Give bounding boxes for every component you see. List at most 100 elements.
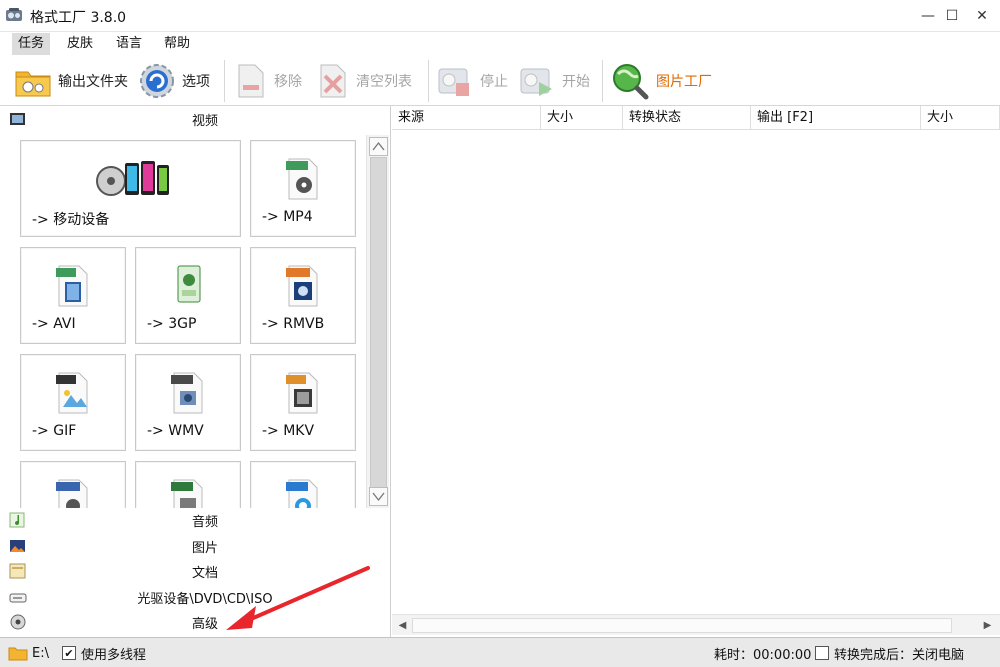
avi-file-icon <box>56 265 88 307</box>
stop-label: 停止 <box>480 74 508 90</box>
scroll-up-icon[interactable] <box>369 137 388 156</box>
tile-mov[interactable] <box>250 461 356 508</box>
horizontal-scroll-thumb[interactable] <box>412 618 952 633</box>
category-audio[interactable]: 音频 <box>0 508 391 533</box>
column-output[interactable]: 输出 [F2] <box>751 106 921 130</box>
tile-rmvb[interactable]: -> RMVB <box>250 247 356 344</box>
category-advanced-label: 高级 <box>191 617 218 632</box>
menu-language[interactable]: 语言 <box>110 33 148 55</box>
file-list[interactable]: 来源 大小 转换状态 输出 [F2] 大小 ◀ ▶ <box>392 106 1000 637</box>
output-path-label: E:\ <box>32 645 49 661</box>
rmvb-file-icon <box>286 265 318 307</box>
gif-file-icon <box>56 372 88 414</box>
stop-button[interactable]: 停止 <box>436 62 508 100</box>
start-icon <box>520 68 552 96</box>
after-convert-checkbox[interactable] <box>815 646 829 660</box>
menu-task[interactable]: 任务 <box>12 33 51 55</box>
tile-label: -> 3GP <box>147 316 197 332</box>
menu-help[interactable]: 帮助 <box>158 33 196 55</box>
menu-skin[interactable]: 皮肤 <box>61 33 99 55</box>
vob-file-icon <box>171 479 203 508</box>
scroll-thumb[interactable] <box>370 157 387 489</box>
remove-button[interactable]: 移除 <box>234 62 302 100</box>
multithread-label: 使用多线程 <box>81 647 147 663</box>
output-folder-icon <box>8 647 28 661</box>
tile-label: -> RMVB <box>262 316 325 332</box>
column-output-size[interactable]: 大小 <box>921 106 1000 130</box>
options-label: 选项 <box>182 74 210 90</box>
multithread-checkbox[interactable]: ✔ <box>62 646 76 660</box>
tile-scrollbar[interactable] <box>366 135 389 508</box>
category-disc-label: 光驱设备\DVD\CD\ISO <box>137 592 273 607</box>
mp4-file-icon <box>286 158 318 200</box>
start-label: 开始 <box>562 74 590 90</box>
tile-mpeg[interactable] <box>20 461 126 508</box>
scroll-down-icon[interactable] <box>369 487 388 506</box>
remove-file-icon <box>238 64 264 98</box>
tile-label: -> WMV <box>147 423 204 439</box>
wmv-file-icon <box>171 372 203 414</box>
remove-label: 移除 <box>274 74 302 90</box>
tile-label: -> GIF <box>32 423 77 439</box>
column-source[interactable]: 来源 <box>392 106 541 130</box>
clear-list-icon <box>320 64 346 98</box>
tile-label: -> 移动设备 <box>32 212 110 228</box>
tile-mp4[interactable]: -> MP4 <box>250 140 356 237</box>
category-video-label: 视频 <box>191 114 218 129</box>
3gp-file-icon <box>177 265 201 303</box>
app-logo-icon <box>6 8 22 21</box>
after-convert-option[interactable]: 转换完成后：关闭电脑 <box>815 644 965 663</box>
title-bar: 格式工厂 3.8.0 — ☐ ✕ <box>0 0 1000 32</box>
category-document-label: 文档 <box>191 566 218 581</box>
column-size[interactable]: 大小 <box>541 106 623 130</box>
category-disc[interactable]: 光驱设备\DVD\CD\ISO <box>0 585 391 610</box>
mov-file-icon <box>286 479 318 508</box>
toolbar-divider <box>224 60 225 102</box>
magnifier-globe-icon <box>613 64 649 100</box>
video-format-grid: -> 移动设备 -> MP4 -> AVI -> 3GP -> RMVB -> … <box>0 135 366 508</box>
scroll-right-icon[interactable]: ▶ <box>979 617 996 634</box>
tile-label: -> AVI <box>32 316 76 332</box>
elapsed-time: 耗时：00:00:00 <box>714 647 812 663</box>
category-advanced[interactable]: 高级 <box>0 610 391 635</box>
mobile-device-icon <box>95 161 169 196</box>
scroll-left-icon[interactable]: ◀ <box>394 617 411 634</box>
multithread-option[interactable]: ✔ 使用多线程 <box>62 644 147 663</box>
category-picture[interactable]: 图片 <box>0 534 391 559</box>
folder-icon <box>15 71 51 97</box>
tile-mkv[interactable]: -> MKV <box>250 354 356 451</box>
category-video[interactable]: 视频 <box>0 107 391 132</box>
mpeg-file-icon <box>56 479 88 508</box>
clear-list-label: 清空列表 <box>356 74 412 90</box>
tile-label: -> MKV <box>262 423 315 439</box>
close-button[interactable]: ✕ <box>964 0 1000 32</box>
tile-3gp[interactable]: -> 3GP <box>135 247 241 344</box>
tile-mobile-device[interactable]: -> 移动设备 <box>20 140 241 237</box>
picture-factory-button[interactable]: 图片工厂 <box>610 62 712 100</box>
stop-icon <box>438 68 469 96</box>
tile-vob[interactable] <box>135 461 241 508</box>
category-audio-label: 音频 <box>191 515 218 530</box>
start-button[interactable]: 开始 <box>518 62 590 100</box>
status-bar: E:\ ✔ 使用多线程 耗时：00:00:00 转换完成后：关闭电脑 <box>0 637 1000 667</box>
menu-bar: 任务 皮肤 语言 帮助 <box>0 32 1000 56</box>
options-button[interactable]: 选项 <box>138 62 210 100</box>
clear-list-button[interactable]: 清空列表 <box>316 62 412 100</box>
output-folder-button[interactable]: 输出文件夹 <box>14 62 128 100</box>
tile-gif[interactable]: -> GIF <box>20 354 126 451</box>
horizontal-scrollbar[interactable]: ◀ ▶ <box>392 614 1000 635</box>
gear-icon <box>140 64 174 98</box>
picture-factory-label: 图片工厂 <box>656 74 712 90</box>
toolbar-divider <box>602 60 603 102</box>
tile-avi[interactable]: -> AVI <box>20 247 126 344</box>
category-document[interactable]: 文档 <box>0 559 391 584</box>
category-picture-label: 图片 <box>191 541 218 556</box>
after-convert-label: 转换完成后：关闭电脑 <box>834 647 965 663</box>
output-path[interactable]: E:\ <box>8 644 49 662</box>
tile-wmv[interactable]: -> WMV <box>135 354 241 451</box>
column-convert-status[interactable]: 转换状态 <box>623 106 751 130</box>
mkv-file-icon <box>286 372 318 414</box>
toolbar: 输出文件夹 选项 移除 清空列表 停止 开始 图片工厂 <box>0 56 1000 106</box>
tile-label: -> MP4 <box>262 209 313 225</box>
window-title: 格式工厂 3.8.0 <box>30 10 127 26</box>
